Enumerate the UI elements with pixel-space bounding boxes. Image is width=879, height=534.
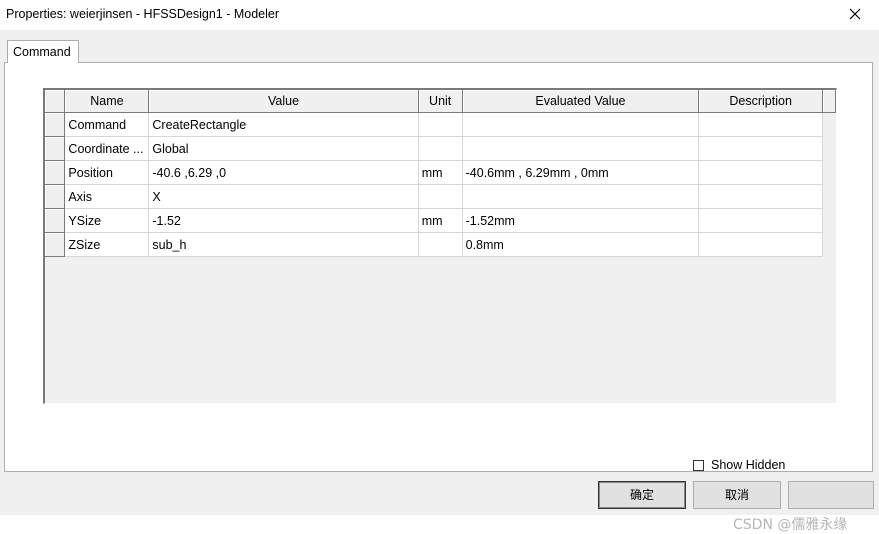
cell-value[interactable]: Global bbox=[148, 136, 419, 161]
header-corner bbox=[45, 90, 66, 113]
table-row[interactable]: YSize -1.52 mm -1.52mm bbox=[45, 208, 836, 233]
row-selector[interactable] bbox=[45, 232, 66, 257]
ok-button[interactable]: 确定 bbox=[598, 481, 686, 509]
cell-unit[interactable]: mm bbox=[418, 208, 463, 233]
property-grid: Name Value Unit Evaluated Value Descript… bbox=[43, 88, 837, 404]
cell-evaluated bbox=[462, 136, 700, 161]
column-header-name[interactable]: Name bbox=[64, 90, 150, 113]
table-row[interactable]: Command CreateRectangle bbox=[45, 112, 836, 137]
table-row[interactable]: ZSize sub_h 0.8mm bbox=[45, 232, 836, 257]
watermark: CSDN @儒雅永缘 bbox=[733, 517, 848, 533]
cell-unit[interactable]: mm bbox=[418, 160, 463, 185]
table-row[interactable]: Position -40.6 ,6.29 ,0 mm -40.6mm , 6.2… bbox=[45, 160, 836, 185]
row-selector[interactable] bbox=[45, 136, 66, 161]
dialog-client: Command Name Value Unit Evaluated Value … bbox=[0, 30, 879, 533]
table-header: Name Value Unit Evaluated Value Descript… bbox=[45, 90, 836, 113]
third-button[interactable] bbox=[788, 481, 874, 509]
cell-unit[interactable] bbox=[418, 112, 463, 137]
property-table: Name Value Unit Evaluated Value Descript… bbox=[45, 90, 836, 257]
column-header-value[interactable]: Value bbox=[148, 90, 419, 113]
cell-evaluated: -40.6mm , 6.29mm , 0mm bbox=[462, 160, 700, 185]
header-filler bbox=[822, 90, 836, 113]
cell-description[interactable] bbox=[698, 112, 824, 137]
row-selector[interactable] bbox=[45, 112, 66, 137]
tab-command[interactable]: Command bbox=[7, 40, 79, 63]
row-selector[interactable] bbox=[45, 184, 66, 209]
cell-unit[interactable] bbox=[418, 232, 463, 257]
column-header-evaluated-value[interactable]: Evaluated Value bbox=[462, 90, 700, 113]
show-hidden-label[interactable]: Show Hidden bbox=[711, 458, 785, 472]
cell-value[interactable]: sub_h bbox=[148, 232, 419, 257]
title-bar: Properties: weierjinsen - HFSSDesign1 - … bbox=[0, 0, 879, 30]
close-button[interactable] bbox=[833, 0, 879, 30]
row-selector[interactable] bbox=[45, 208, 66, 233]
table-row[interactable]: Axis X bbox=[45, 184, 836, 209]
cell-name[interactable]: YSize bbox=[64, 208, 150, 233]
cell-description[interactable] bbox=[698, 232, 824, 257]
cell-description[interactable] bbox=[698, 184, 824, 209]
table-row[interactable]: Coordinate ... Global bbox=[45, 136, 836, 161]
cell-name[interactable]: Position bbox=[64, 160, 150, 185]
cell-unit[interactable] bbox=[418, 136, 463, 161]
close-icon bbox=[849, 8, 861, 20]
window-title: Properties: weierjinsen - HFSSDesign1 - … bbox=[6, 7, 280, 21]
cell-name[interactable]: Command bbox=[64, 112, 150, 137]
checkbox-box[interactable] bbox=[693, 460, 704, 471]
tab-panel: Name Value Unit Evaluated Value Descript… bbox=[4, 62, 873, 472]
column-header-description[interactable]: Description bbox=[698, 90, 824, 113]
cell-name[interactable]: Axis bbox=[64, 184, 150, 209]
cell-evaluated bbox=[462, 112, 700, 137]
cell-evaluated bbox=[462, 184, 700, 209]
cell-evaluated: -1.52mm bbox=[462, 208, 700, 233]
cell-name[interactable]: Coordinate ... bbox=[64, 136, 150, 161]
row-selector[interactable] bbox=[45, 160, 66, 185]
cell-unit[interactable] bbox=[418, 184, 463, 209]
cell-description[interactable] bbox=[698, 208, 824, 233]
cell-value[interactable]: X bbox=[148, 184, 419, 209]
cell-value[interactable]: CreateRectangle bbox=[148, 112, 419, 137]
cell-value[interactable]: -40.6 ,6.29 ,0 bbox=[148, 160, 419, 185]
tab-command-label: Command bbox=[13, 45, 71, 59]
column-header-unit[interactable]: Unit bbox=[418, 90, 463, 113]
cell-value[interactable]: -1.52 bbox=[148, 208, 419, 233]
cell-description[interactable] bbox=[698, 136, 824, 161]
cell-name[interactable]: ZSize bbox=[64, 232, 150, 257]
cell-description[interactable] bbox=[698, 160, 824, 185]
cell-evaluated: 0.8mm bbox=[462, 232, 700, 257]
cancel-button[interactable]: 取消 bbox=[693, 481, 781, 509]
